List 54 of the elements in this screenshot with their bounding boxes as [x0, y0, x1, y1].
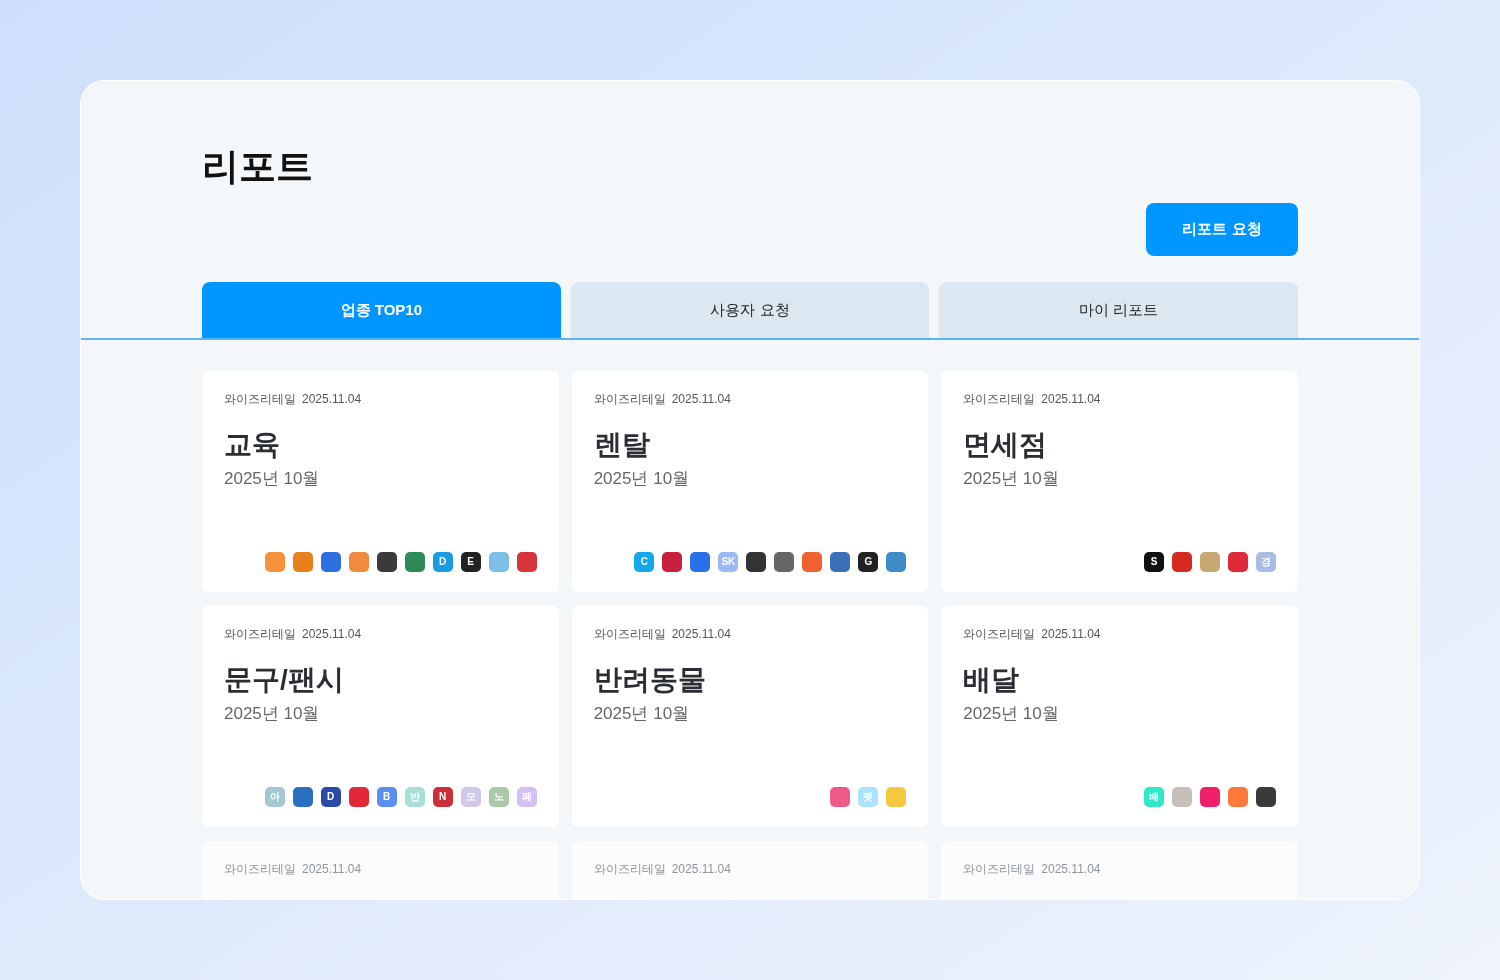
source-label: 와이즈리테일 — [593, 861, 666, 877]
report-date: 2025.11.04 — [1041, 626, 1101, 642]
brand-logo-icon: D — [320, 787, 341, 807]
report-title: 반려동물 — [593, 663, 706, 697]
report-card[interactable]: 와이즈리테일 2025.11.04 배달 2025년 10월 배 — [941, 606, 1298, 827]
report-date: 2025.11.04 — [302, 861, 362, 877]
source-label: 와이즈리테일 — [593, 626, 666, 642]
brand-logo-icon: C — [634, 552, 655, 572]
source-label: 와이즈리테일 — [224, 626, 296, 642]
source-label: 와이즈리테일 — [224, 391, 296, 407]
source-label: 와이즈리테일 — [963, 626, 1036, 642]
report-period: 2025년 10월 — [224, 468, 320, 490]
brand-logo-icon: 노 — [488, 787, 509, 807]
brand-logo-icon: S — [1144, 552, 1164, 572]
report-date: 2025.11.04 — [1041, 861, 1101, 877]
report-title: 문구/팬시 — [224, 663, 344, 697]
tab[interactable]: 사용자 요청 — [570, 282, 930, 338]
report-card[interactable]: 와이즈리테일 2025.11.04 면세점 2025년 10월 S 경 — [941, 371, 1298, 592]
report-date: 2025.11.04 — [671, 391, 731, 407]
source-label: 와이즈리테일 — [593, 391, 666, 407]
report-title: 배달 — [963, 663, 1020, 697]
brand-logo-icon: 펫 — [858, 787, 879, 807]
brand-logo-icon: D — [432, 552, 453, 572]
report-period: 2025년 10월 — [593, 468, 690, 490]
report-period: 2025년 10월 — [963, 703, 1059, 725]
report-date: 2025.11.04 — [671, 626, 731, 642]
report-date: 2025.11.04 — [302, 391, 362, 407]
report-period: 2025년 10월 — [963, 468, 1059, 490]
source-label: 와이즈리테일 — [224, 861, 296, 877]
brand-logo-icon: E — [460, 552, 481, 572]
source-label: 와이즈리테일 — [963, 391, 1036, 407]
report-date: 2025.11.04 — [671, 861, 731, 877]
report-period: 2025년 10월 — [224, 703, 320, 725]
brand-logo-icon: 아 — [264, 787, 285, 807]
report-date: 2025.11.04 — [1041, 391, 1101, 407]
report-period: 2025년 10월 — [593, 703, 690, 725]
report-card[interactable]: 와이즈리테일 2025.11.04 반려동물 2025년 10월 펫 — [571, 606, 929, 827]
brand-logo-icon: SK — [718, 552, 739, 572]
brand-logo-icon: 배 — [1144, 787, 1164, 807]
report-title: 렌탈 — [593, 428, 650, 462]
brand-logo-icon: 반 — [404, 787, 425, 807]
report-card[interactable]: 와이즈리테일 2025.11.04 렌탈 2025년 10월 C SK G — [571, 371, 929, 592]
report-date: 2025.11.04 — [302, 626, 362, 642]
brand-logo-icon: G — [858, 552, 879, 572]
brand-logo-icon: 경 — [1256, 552, 1276, 572]
tab[interactable]: 마이 리포트 — [939, 282, 1298, 338]
report-title: 교육 — [224, 428, 280, 462]
source-label: 와이즈리테일 — [963, 861, 1036, 877]
report-card[interactable]: 와이즈리테일 2025.11.04 교육 2025년 10월 D E — [202, 371, 559, 592]
brand-logo-icon: 페 — [516, 787, 537, 807]
report-title: 면세점 — [963, 428, 1048, 462]
page-title: 리포트 — [202, 145, 313, 189]
brand-logo-icon: B — [376, 787, 397, 807]
brand-logo-icon: N — [432, 787, 453, 807]
